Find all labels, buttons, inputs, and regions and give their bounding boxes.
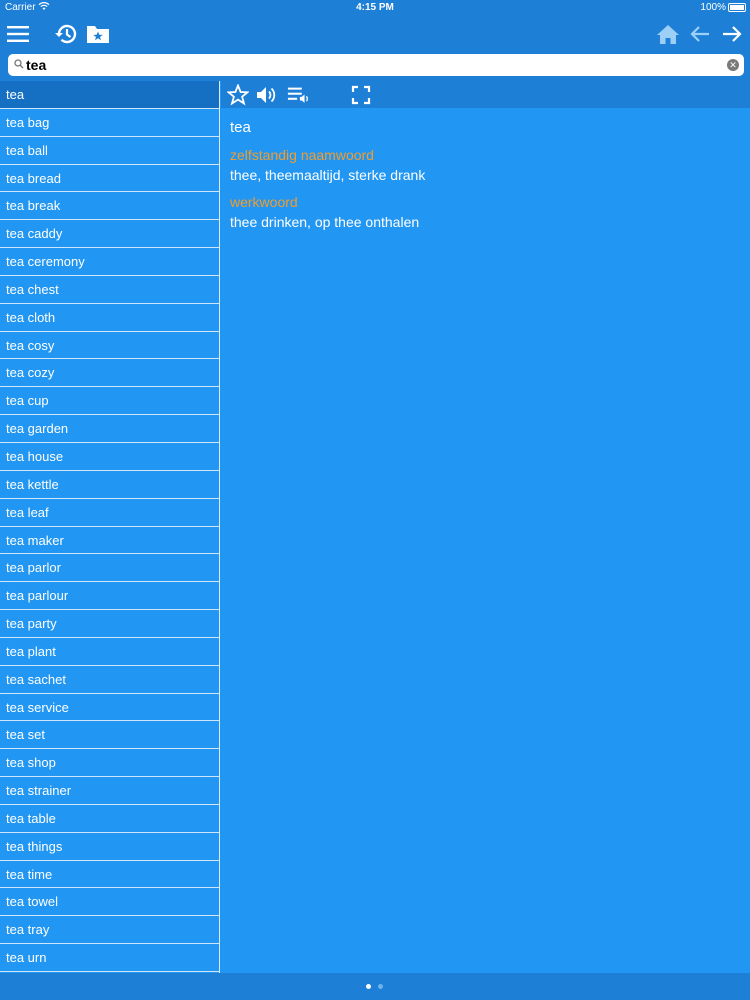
list-item[interactable]: tea cosy	[0, 332, 219, 360]
definition-text: thee, theemaaltijd, sterke drank	[230, 167, 426, 183]
list-item[interactable]: tea shop	[0, 749, 219, 778]
battery-percent: 100%	[700, 2, 726, 13]
list-item[interactable]: tea maker	[0, 527, 219, 555]
word-list: tea tea bag tea ball tea bread tea break tea …	[0, 81, 220, 973]
detail-toolbar	[221, 81, 750, 108]
list-item[interactable]: tea cloth	[0, 304, 219, 332]
forward-arrow-icon	[723, 26, 742, 42]
list-item[interactable]: tea ball	[0, 137, 219, 165]
list-item[interactable]: tea towel	[0, 888, 219, 917]
forward-button[interactable]	[718, 20, 746, 48]
pronounce-button[interactable]	[255, 83, 279, 107]
list-item[interactable]: tea bread	[0, 165, 219, 193]
star-outline-icon	[227, 84, 249, 106]
list-item[interactable]: tea kettle	[0, 471, 219, 499]
bottom-bar	[0, 973, 750, 1000]
back-button[interactable]	[686, 20, 714, 48]
list-item[interactable]: tea set	[0, 721, 219, 750]
list-item[interactable]: tea parlour	[0, 582, 219, 611]
favorite-button[interactable]	[226, 83, 250, 107]
list-item[interactable]: tea cozy	[0, 359, 219, 388]
part-of-speech-label: zelfstandig naamwoord	[230, 147, 374, 163]
favorites-folder-button[interactable]	[84, 20, 112, 48]
list-item[interactable]: tea ceremony	[0, 248, 219, 276]
playlist-audio-icon	[287, 87, 308, 103]
page-indicator-dot-active[interactable]	[366, 984, 371, 989]
list-item[interactable]: tea parlor	[0, 554, 219, 583]
speaker-icon	[257, 87, 276, 103]
top-toolbar	[0, 16, 750, 52]
list-item[interactable]: tea table	[0, 805, 219, 833]
list-item[interactable]: tea	[0, 81, 219, 109]
list-item[interactable]: tea cup	[0, 387, 219, 416]
list-item[interactable]: tea house	[0, 443, 219, 471]
close-icon: ✕	[729, 60, 737, 70]
status-bar: Carrier 4:15 PM 100%	[0, 0, 750, 16]
list-item[interactable]: tea time	[0, 861, 219, 889]
list-item[interactable]: tea tray	[0, 916, 219, 945]
list-item[interactable]: tea leaf	[0, 499, 219, 527]
back-arrow-icon	[690, 26, 709, 42]
list-item[interactable]: tea strainer	[0, 777, 219, 805]
list-item[interactable]: tea party	[0, 610, 219, 638]
read-aloud-button[interactable]	[287, 83, 311, 107]
home-button[interactable]	[654, 20, 682, 48]
favorites-folder-icon	[87, 26, 109, 43]
part-of-speech-label: werkwoord	[230, 194, 298, 210]
list-item[interactable]: tea break	[0, 192, 219, 221]
list-item[interactable]: tea garden	[0, 415, 219, 443]
battery-icon	[728, 3, 746, 12]
list-item[interactable]: tea caddy	[0, 220, 219, 249]
list-item[interactable]: tea chest	[0, 276, 219, 304]
clear-search-button[interactable]: ✕	[727, 59, 739, 71]
list-item[interactable]: tea service	[0, 694, 219, 722]
list-item[interactable]: tea bag	[0, 109, 219, 137]
home-icon	[657, 25, 679, 44]
search-bar: ✕	[0, 52, 750, 81]
fullscreen-icon	[351, 85, 371, 105]
menu-button[interactable]	[4, 20, 32, 48]
search-icon	[14, 59, 24, 69]
definition-text: thee drinken, op thee onthalen	[230, 214, 420, 230]
history-icon	[55, 24, 77, 44]
list-item[interactable]: tea sachet	[0, 666, 219, 694]
search-input[interactable]	[26, 56, 716, 74]
entry-detail-pane: tea zelfstandig naamwoord thee, theemaal…	[221, 81, 750, 973]
search-field: ✕	[8, 54, 744, 76]
clock: 4:15 PM	[356, 2, 394, 13]
list-item[interactable]: tea things	[0, 833, 219, 861]
menu-icon	[7, 26, 29, 42]
list-item[interactable]: tea urn	[0, 944, 219, 972]
entry-headword: tea	[230, 119, 251, 136]
history-button[interactable]	[52, 20, 80, 48]
fullscreen-button[interactable]	[349, 83, 373, 107]
page-indicator-dot[interactable]	[378, 984, 383, 989]
list-item[interactable]: tea plant	[0, 638, 219, 666]
